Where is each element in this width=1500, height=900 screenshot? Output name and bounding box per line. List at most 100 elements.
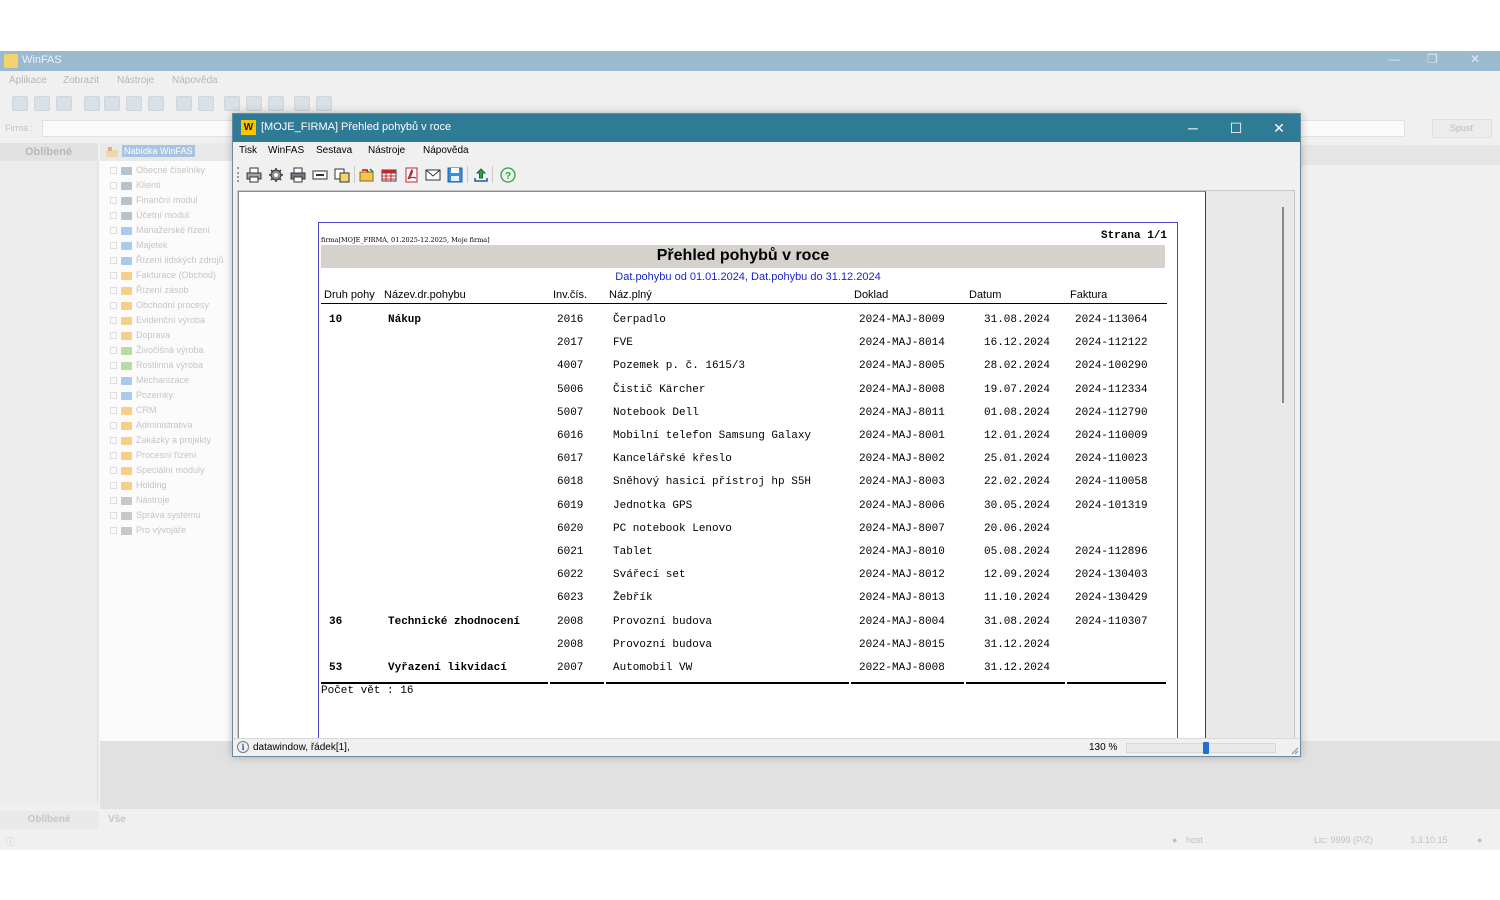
main-toolbar-button[interactable] (104, 96, 120, 111)
expand-icon[interactable] (110, 452, 117, 460)
menu-winfas[interactable]: WinFAS (268, 145, 304, 156)
expand-icon[interactable] (110, 482, 117, 490)
tree-item[interactable]: Obecné číselníky (110, 165, 205, 180)
expand-icon[interactable] (110, 362, 117, 370)
expand-icon[interactable] (110, 197, 117, 205)
tree-item[interactable]: Řízení lidských zdrojů (110, 255, 224, 270)
export-excel-icon[interactable] (380, 166, 398, 183)
open-folder-icon[interactable] (358, 166, 376, 183)
expand-icon[interactable] (110, 167, 117, 175)
print-settings-icon[interactable] (267, 166, 285, 183)
expand-icon[interactable] (110, 212, 117, 220)
main-menu-nastroje[interactable]: Nástroje (117, 75, 154, 86)
tree-item[interactable]: Doprava (110, 330, 170, 345)
tree-item[interactable]: Administrativa (110, 420, 193, 435)
print-icon[interactable] (245, 166, 263, 183)
expand-icon[interactable] (110, 377, 117, 385)
tree-item[interactable]: CRM (110, 405, 157, 420)
tree-item[interactable]: Pro vývojáře (110, 525, 186, 540)
main-menu-zobrazit[interactable]: Zobrazit (63, 75, 99, 86)
tree-item[interactable]: Procesní řízení (110, 450, 197, 465)
main-close-icon[interactable]: ✕ (1470, 52, 1480, 66)
main-toolbar-button[interactable] (224, 96, 240, 111)
help-icon[interactable]: ? (499, 166, 517, 183)
tree-item[interactable]: Majetek (110, 240, 168, 255)
email-icon[interactable] (424, 166, 442, 183)
main-toolbar-button[interactable] (198, 96, 214, 111)
tree-item[interactable]: Živočišná výroba (110, 345, 204, 360)
expand-icon[interactable] (110, 227, 117, 235)
main-menu-aplikace[interactable]: Aplikace (9, 75, 47, 86)
main-toolbar-button[interactable] (34, 96, 50, 111)
expand-icon[interactable] (110, 332, 117, 340)
main-toolbar-button[interactable] (126, 96, 142, 111)
minimize-icon[interactable]: ─ (1178, 118, 1208, 138)
save-icon[interactable] (446, 166, 464, 183)
close-icon[interactable]: ✕ (1264, 118, 1294, 138)
tree-item[interactable]: Účetní modul (110, 210, 189, 225)
expand-icon[interactable] (110, 317, 117, 325)
export-pdf-icon[interactable] (402, 166, 420, 183)
tree-item[interactable]: Řízení zásob (110, 285, 189, 300)
menu-napoveda[interactable]: Nápověda (423, 145, 469, 156)
expand-icon[interactable] (110, 497, 117, 505)
spust-button[interactable]: Spusť (1432, 119, 1492, 138)
tree-item[interactable]: Obchodní procesy (110, 300, 209, 315)
tree-item[interactable]: Nástroje (110, 495, 170, 510)
vertical-scrollbar[interactable] (1275, 205, 1291, 735)
tree-item[interactable]: Speciální moduly (110, 465, 205, 480)
menu-nastroje[interactable]: Nástroje (368, 145, 405, 156)
main-toolbar-button[interactable] (84, 96, 100, 111)
main-menu-napoveda[interactable]: Nápověda (172, 75, 218, 86)
main-toolbar-button[interactable] (12, 96, 28, 111)
tree-item[interactable]: Fakturace (Obchod) (110, 270, 216, 285)
upload-icon[interactable] (472, 166, 490, 183)
main-toolbar-button[interactable] (246, 96, 262, 111)
toolbar-grip[interactable] (237, 167, 239, 182)
tree-item[interactable]: Pozemky (110, 390, 173, 405)
tree-item[interactable]: Evidenční výroba (110, 315, 205, 330)
main-toolbar-button[interactable] (316, 96, 332, 111)
tab-favorites[interactable]: Oblíbené (0, 811, 98, 829)
expand-icon[interactable] (110, 512, 117, 520)
command-input[interactable] (1300, 120, 1405, 137)
maximize-icon[interactable]: ☐ (1221, 118, 1251, 138)
expand-icon[interactable] (110, 467, 117, 475)
expand-icon[interactable] (110, 302, 117, 310)
tree-item[interactable]: Správa systému (110, 510, 201, 525)
tree-item[interactable]: Holding (110, 480, 167, 495)
menu-sestava[interactable]: Sestava (316, 145, 352, 156)
tree-item[interactable]: Finanční modul (110, 195, 198, 210)
report-titlebar[interactable]: W [MOJE_FIRMA] Přehled pohybů v roce ─ ☐… (233, 114, 1300, 142)
expand-icon[interactable] (110, 242, 117, 250)
expand-icon[interactable] (110, 182, 117, 190)
print-preview-icon[interactable] (289, 166, 307, 183)
resize-grip-icon[interactable] (1289, 745, 1299, 755)
report-viewport[interactable]: firma[MOJE_FIRMA, 01.2025-12.2025, Moje … (237, 190, 1295, 741)
main-toolbar-button[interactable] (268, 96, 284, 111)
tree-root-label[interactable]: Nabídka WinFAS (122, 145, 195, 157)
tree-item[interactable]: Mechanizace (110, 375, 189, 390)
expand-icon[interactable] (110, 272, 117, 280)
tab-all[interactable]: Vše (108, 814, 126, 825)
page-setup-icon[interactable] (311, 166, 329, 183)
main-toolbar-button[interactable] (148, 96, 164, 111)
menu-tisk[interactable]: Tisk (239, 145, 257, 156)
main-restore-icon[interactable]: ❐ (1427, 52, 1438, 66)
main-toolbar-button[interactable] (294, 96, 310, 111)
tree-item[interactable]: Zakázky a projekty (110, 435, 211, 450)
scrollbar-thumb[interactable] (1282, 207, 1284, 403)
zoom-slider-thumb[interactable] (1203, 742, 1209, 754)
copy-report-icon[interactable] (333, 166, 351, 183)
main-minimize-icon[interactable]: — (1388, 52, 1400, 66)
tree-item[interactable]: Klienti (110, 180, 161, 195)
expand-icon[interactable] (110, 437, 117, 445)
expand-icon[interactable] (110, 347, 117, 355)
expand-icon[interactable] (110, 527, 117, 535)
expand-icon[interactable] (110, 257, 117, 265)
zoom-slider[interactable] (1126, 742, 1276, 754)
expand-icon[interactable] (110, 287, 117, 295)
expand-icon[interactable] (110, 392, 117, 400)
main-toolbar-button[interactable] (56, 96, 72, 111)
firma-input[interactable] (42, 120, 234, 137)
